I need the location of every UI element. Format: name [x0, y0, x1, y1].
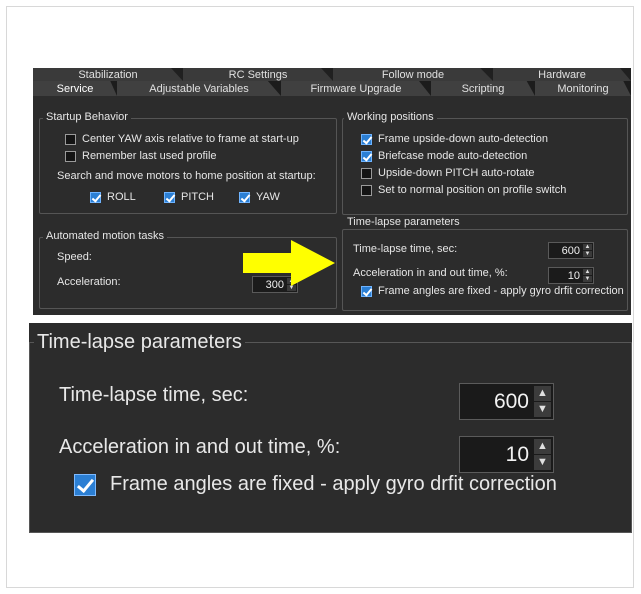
- zoom-accel-label: Acceleration in and out time, %:: [59, 436, 341, 458]
- search-motors-label: Search and move motors to home position …: [57, 170, 316, 182]
- roll-option[interactable]: ROLL: [90, 191, 136, 203]
- zoom-accel-value: 10: [505, 442, 529, 466]
- pitch-rotate-option[interactable]: Upside-down PITCH auto-rotate: [361, 167, 535, 179]
- zoom-time-label: Time-lapse time, sec:: [59, 384, 249, 406]
- briefcase-checkbox[interactable]: [361, 150, 372, 162]
- zoom-time-spinbox[interactable]: 600 ▲ ▼: [459, 383, 554, 420]
- tab-follow-mode[interactable]: Follow mode: [333, 68, 493, 81]
- center-yaw-option[interactable]: Center YAW axis relative to frame at sta…: [65, 133, 299, 145]
- arrow-right-icon: [243, 240, 335, 286]
- pitch-checkbox[interactable]: [164, 191, 175, 203]
- zoom-time-down-icon[interactable]: ▼: [534, 402, 551, 417]
- roll-label: ROLL: [107, 191, 136, 203]
- normal-position-checkbox[interactable]: [361, 184, 372, 196]
- frame-fixed-label: Frame angles are fixed - apply gyro drfi…: [378, 285, 624, 297]
- timelapse-zoom-panel: Time-lapse parameters Time-lapse time, s…: [29, 323, 632, 533]
- accel-inout-value: 10: [567, 269, 580, 282]
- startup-behavior-title: Startup Behavior: [43, 111, 131, 123]
- acceleration-label: Acceleration:: [57, 276, 121, 288]
- tab-rc-settings[interactable]: RC Settings: [183, 68, 333, 81]
- accel-inout-label: Acceleration in and out time, %:: [353, 267, 508, 279]
- zoom-frame-fixed-label: Frame angles are fixed - apply gyro drfi…: [110, 473, 557, 495]
- motion-tasks-title: Automated motion tasks: [43, 230, 168, 242]
- tab-row-primary: Stabilization RC Settings Follow mode Ha…: [33, 68, 631, 81]
- tab-service[interactable]: Service: [33, 81, 117, 96]
- upside-down-checkbox[interactable]: [361, 133, 372, 145]
- remember-profile-label: Remember last used profile: [82, 150, 217, 162]
- zoom-accel-down-icon[interactable]: ▼: [534, 455, 551, 470]
- accel-inout-spinbox[interactable]: 10 ▲ ▼: [548, 267, 594, 284]
- accel-inout-down-icon[interactable]: ▼: [583, 276, 592, 282]
- remember-profile-option[interactable]: Remember last used profile: [65, 150, 217, 162]
- frame-fixed-checkbox[interactable]: [361, 285, 372, 297]
- timelapse-title: Time-lapse parameters: [344, 216, 463, 228]
- zoom-timelapse-title: Time-lapse parameters: [34, 331, 245, 354]
- timelapse-time-down-icon[interactable]: ▼: [583, 251, 592, 257]
- timelapse-time-label: Time-lapse time, sec:: [353, 243, 458, 255]
- roll-checkbox[interactable]: [90, 191, 101, 203]
- tab-stabilization[interactable]: Stabilization: [33, 68, 183, 81]
- normal-position-option[interactable]: Set to normal position on profile switch: [361, 184, 566, 196]
- tab-row-secondary: Service Adjustable Variables Firmware Up…: [33, 81, 631, 96]
- briefcase-option[interactable]: Briefcase mode auto-detection: [361, 150, 527, 162]
- zoom-frame-fixed-option[interactable]: Frame angles are fixed - apply gyro drfi…: [74, 473, 557, 496]
- yaw-label: YAW: [256, 191, 280, 203]
- upside-down-label: Frame upside-down auto-detection: [378, 133, 548, 145]
- tab-adjustable-variables[interactable]: Adjustable Variables: [117, 81, 281, 96]
- zoom-frame-fixed-checkbox[interactable]: [74, 473, 96, 496]
- speed-label: Speed:: [57, 251, 92, 263]
- working-positions-title: Working positions: [344, 111, 437, 123]
- pitch-option[interactable]: PITCH: [164, 191, 214, 203]
- zoom-accel-spinbox[interactable]: 10 ▲ ▼: [459, 436, 554, 473]
- center-yaw-checkbox[interactable]: [65, 133, 76, 145]
- timelapse-time-up-icon[interactable]: ▲: [583, 244, 592, 250]
- frame-fixed-option[interactable]: Frame angles are fixed - apply gyro drfi…: [361, 285, 624, 297]
- tab-firmware-upgrade[interactable]: Firmware Upgrade: [281, 81, 431, 96]
- remember-profile-checkbox[interactable]: [65, 150, 76, 162]
- timelapse-time-spinbox[interactable]: 600 ▲ ▼: [548, 242, 594, 259]
- pitch-label: PITCH: [181, 191, 214, 203]
- accel-inout-up-icon[interactable]: ▲: [583, 269, 592, 275]
- normal-position-label: Set to normal position on profile switch: [378, 184, 567, 196]
- tab-monitoring[interactable]: Monitoring: [535, 81, 631, 96]
- zoom-time-up-icon[interactable]: ▲: [534, 386, 551, 401]
- yaw-option[interactable]: YAW: [239, 191, 280, 203]
- pitch-rotate-label: Upside-down PITCH auto-rotate: [378, 167, 535, 179]
- zoom-accel-up-icon[interactable]: ▲: [534, 439, 551, 454]
- timelapse-time-value: 600: [561, 244, 580, 257]
- briefcase-label: Briefcase mode auto-detection: [378, 150, 528, 162]
- tab-hardware[interactable]: Hardware: [493, 68, 631, 81]
- yaw-checkbox[interactable]: [239, 191, 250, 203]
- upside-down-option[interactable]: Frame upside-down auto-detection: [361, 133, 548, 145]
- pitch-rotate-checkbox[interactable]: [361, 167, 372, 179]
- center-yaw-label: Center YAW axis relative to frame at sta…: [82, 133, 299, 145]
- tab-scripting[interactable]: Scripting: [431, 81, 535, 96]
- zoom-time-value: 600: [493, 389, 529, 413]
